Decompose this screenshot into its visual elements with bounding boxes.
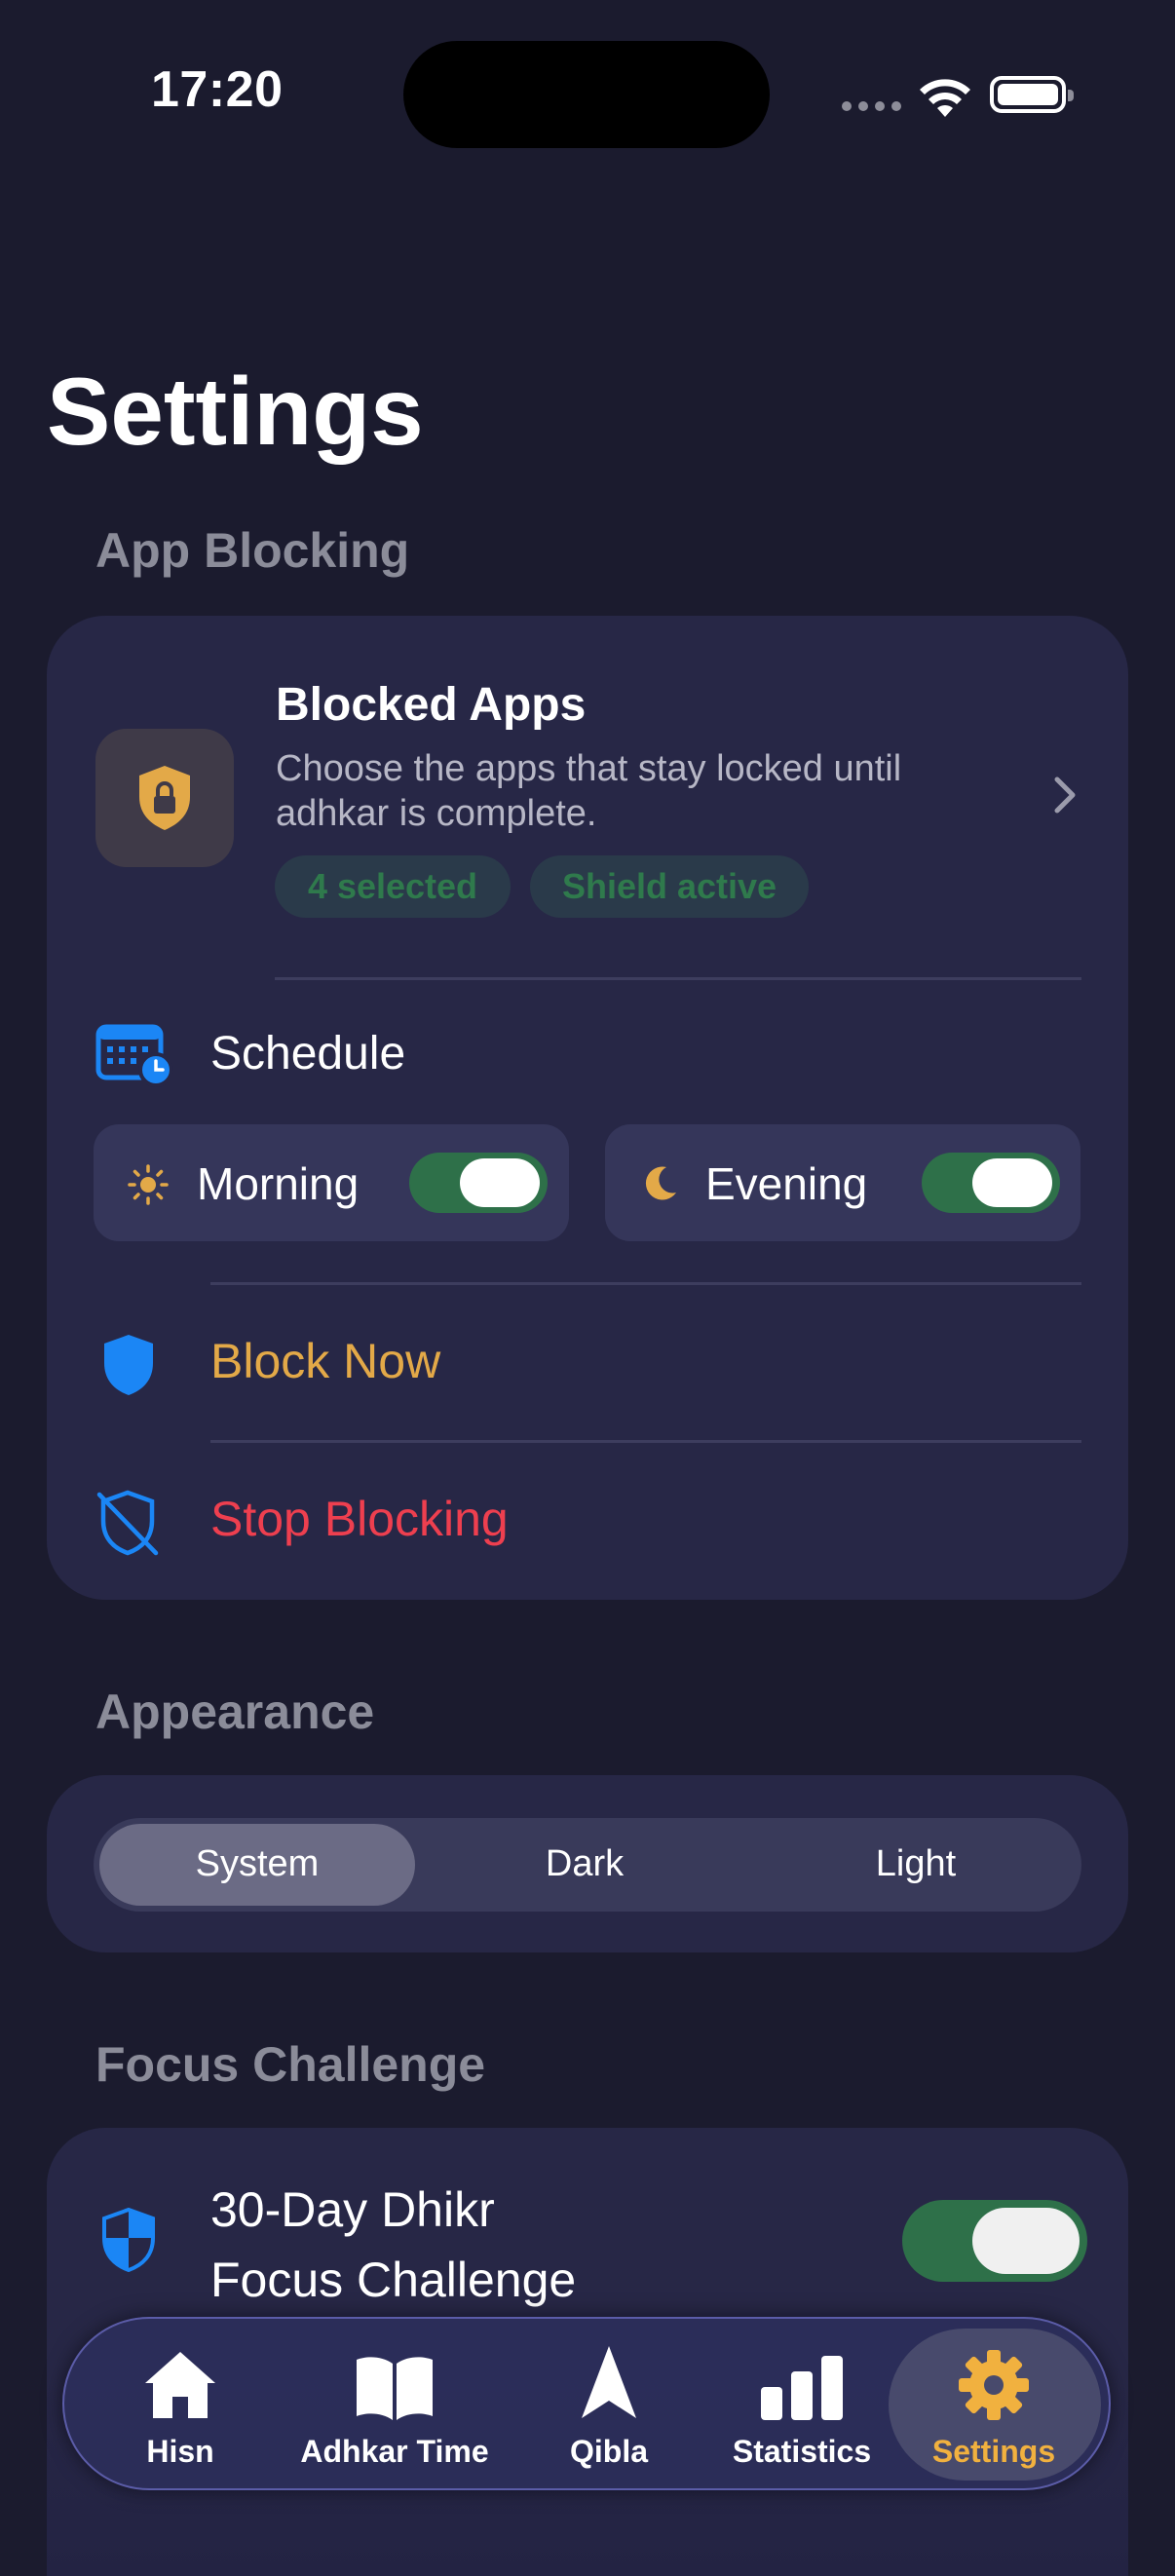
- divider: [210, 1282, 1081, 1285]
- morning-toggle[interactable]: [409, 1153, 548, 1213]
- chevron-right-icon: [1054, 777, 1076, 814]
- morning-label: Morning: [197, 1158, 360, 1209]
- block-now-button[interactable]: [47, 1296, 1128, 1442]
- tab-statistics[interactable]: Statistics: [719, 2338, 885, 2470]
- stop-blocking-button[interactable]: [47, 1452, 1128, 1598]
- schedule-label: Schedule: [210, 1028, 406, 1080]
- section-label-appearance: Appearance: [95, 1685, 375, 1739]
- stop-blocking-label: Stop Blocking: [210, 1492, 509, 1546]
- focus-challenge-title-line2: Focus Challenge: [210, 2253, 577, 2307]
- status-time: 17:20: [151, 61, 284, 118]
- gear-icon: [959, 2350, 1029, 2420]
- bar-chart-icon: [761, 2356, 843, 2420]
- location-arrow-icon: [582, 2346, 636, 2418]
- shield-status-badge: Shield active: [530, 855, 809, 918]
- tab-label: Qibla: [569, 2434, 648, 2469]
- dynamic-island: [403, 41, 770, 148]
- block-now-label: Block Now: [210, 1334, 441, 1388]
- tab-qibla[interactable]: Qibla: [550, 2338, 667, 2470]
- focus-challenge-title-line1: 30-Day Dhikr: [210, 2182, 495, 2237]
- blocked-apps-title: Blocked Apps: [276, 679, 587, 731]
- cellular-signal-icon: [842, 101, 901, 111]
- tab-label: Hisn: [146, 2434, 214, 2469]
- battery-icon: [990, 76, 1074, 113]
- segment-system[interactable]: System: [99, 1843, 415, 1885]
- wifi-icon: [920, 79, 970, 117]
- shield-slash-icon: [96, 1490, 159, 1556]
- sun-icon: [128, 1164, 169, 1205]
- segment-dark[interactable]: Dark: [427, 1843, 742, 1885]
- divider: [210, 1440, 1081, 1443]
- selected-count-badge: 4 selected: [275, 855, 511, 918]
- tab-label: Adhkar Time: [300, 2434, 489, 2469]
- evening-toggle[interactable]: [922, 1153, 1060, 1213]
- focus-challenge-toggle[interactable]: [902, 2200, 1087, 2282]
- tab-hisn[interactable]: Hisn: [107, 2338, 253, 2470]
- shield-icon: [104, 1335, 153, 1395]
- page-title: Settings: [47, 358, 424, 465]
- divider: [275, 977, 1081, 980]
- section-label-app-blocking: App Blocking: [95, 523, 410, 578]
- shield-half-icon: [102, 2208, 155, 2272]
- book-icon: [357, 2357, 433, 2420]
- house-icon: [145, 2352, 215, 2418]
- section-label-focus-challenge: Focus Challenge: [95, 2037, 486, 2092]
- lock-shield-icon: [95, 729, 234, 867]
- moon-icon: [645, 1166, 676, 1200]
- tab-label: Statistics: [732, 2434, 872, 2469]
- focus-challenge-title: 30-Day Dhikr Focus Challenge: [210, 2175, 576, 2315]
- blocked-apps-description: Choose the apps that stay locked until a…: [276, 748, 902, 834]
- segment-light[interactable]: Light: [758, 1843, 1074, 1885]
- evening-label: Evening: [705, 1158, 868, 1209]
- calendar-clock-icon: [95, 1024, 173, 1087]
- tab-settings[interactable]: Settings: [916, 2338, 1072, 2470]
- tab-adhkar-time[interactable]: Adhkar Time: [292, 2338, 497, 2470]
- tab-label: Settings: [931, 2434, 1056, 2469]
